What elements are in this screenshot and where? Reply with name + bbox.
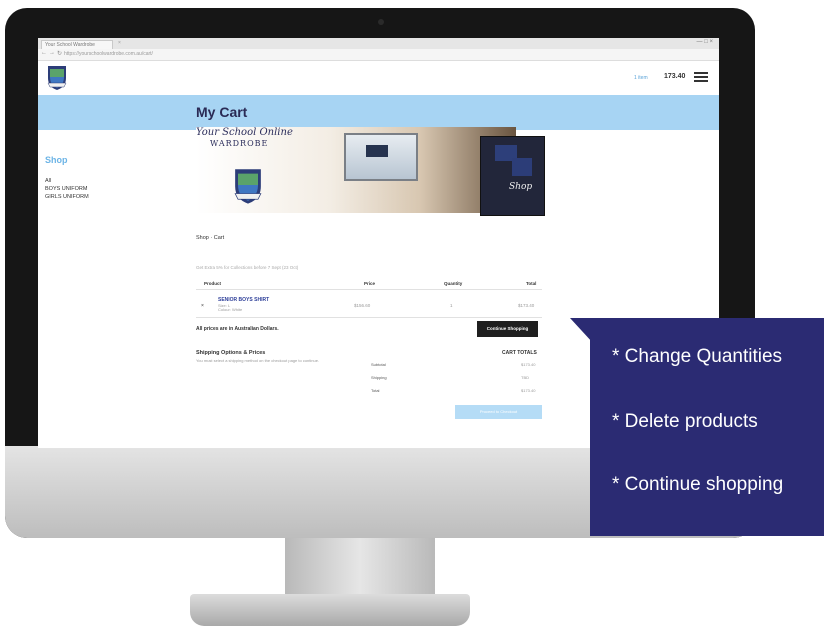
back-icon[interactable]: ← bbox=[41, 50, 47, 56]
row-divider bbox=[196, 317, 542, 318]
callout-change-quantities: * Change Quantities bbox=[612, 346, 783, 367]
card-stripe bbox=[512, 158, 532, 176]
header-price: Price bbox=[364, 281, 376, 286]
breadcrumb[interactable]: Shop · Cart bbox=[196, 235, 224, 241]
shipping-value: TBD bbox=[521, 375, 529, 380]
card-script: Shop bbox=[509, 182, 533, 192]
banner-script: Your School Online bbox=[196, 127, 293, 138]
banner-crest-logo bbox=[234, 169, 262, 204]
table-divider bbox=[196, 289, 542, 290]
sidebar-item-boys-uniform[interactable]: BOYS UNIFORM bbox=[45, 185, 89, 193]
shipping-label: Shipping bbox=[371, 375, 387, 380]
header-quantity: Quantity bbox=[444, 281, 463, 286]
callout-delete-products: * Delete products bbox=[612, 411, 758, 432]
site-header: 1 item 173.40 bbox=[38, 61, 719, 95]
continue-shopping-button[interactable]: Continue Shopping bbox=[477, 321, 538, 337]
callout-continue-shopping: * Continue shopping bbox=[612, 474, 784, 495]
browser-tabbar: Your School Wardrobe × — □ × bbox=[38, 38, 719, 49]
shipping-description: You must select a shipping method on the… bbox=[196, 358, 320, 363]
camera-icon bbox=[378, 19, 384, 25]
product-price: $156.60 bbox=[354, 303, 371, 308]
remove-item-icon[interactable]: × bbox=[201, 303, 204, 309]
monitor-stand bbox=[285, 538, 435, 598]
cart-count[interactable]: 1 item bbox=[634, 75, 648, 81]
sidebar-heading: Shop bbox=[45, 155, 68, 165]
product-colour: Colour: White bbox=[218, 307, 243, 312]
tab-close-icon[interactable]: × bbox=[118, 40, 121, 46]
reload-icon[interactable]: ↻ bbox=[57, 50, 62, 57]
hamburger-icon[interactable] bbox=[694, 72, 708, 82]
sidebar-list: All BOYS UNIFORM GIRLS UNIFORM bbox=[45, 177, 89, 201]
quantity-input[interactable]: 1 bbox=[450, 303, 453, 308]
cart-totals-title: CART TOTALS bbox=[502, 350, 537, 356]
sidebar-item-girls-uniform[interactable]: GIRLS UNIFORM bbox=[45, 193, 89, 201]
header-product: Product bbox=[204, 281, 222, 286]
address-bar[interactable]: https://yourschoolwardrobe.com.au/cart/ bbox=[64, 51, 174, 58]
laptop-image bbox=[344, 133, 418, 181]
total-value: $173.40 bbox=[521, 388, 536, 393]
currency-note: All prices are in Australian Dollars. bbox=[196, 326, 279, 332]
banner-shop-card: Shop bbox=[480, 136, 545, 216]
collection-notice: Get Extra 5% for Collections before 7 Se… bbox=[196, 265, 299, 270]
browser-tab[interactable]: Your School Wardrobe bbox=[41, 40, 113, 49]
title-band: My Cart bbox=[38, 95, 719, 130]
browser-navbar: ← → ↻ https://yourschoolwardrobe.com.au/… bbox=[38, 49, 719, 61]
shipping-title: Shipping Options & Prices bbox=[196, 350, 266, 356]
school-crest-logo[interactable] bbox=[46, 63, 68, 91]
banner-word: WARDROBE bbox=[210, 139, 269, 148]
subtotal-value: $173.40 bbox=[521, 362, 536, 367]
header-total: Total bbox=[526, 281, 537, 286]
total-label: Total bbox=[371, 388, 380, 393]
table-row: × SENIOR BOYS SHIRT Size: L Colour: Whit… bbox=[196, 293, 542, 315]
sidebar-item-all[interactable]: All bbox=[45, 177, 89, 185]
subtotal-label: Subtotal bbox=[371, 362, 386, 367]
wardrobe-banner: Your School Online WARDROBE bbox=[196, 127, 516, 213]
monitor-stand-base bbox=[190, 594, 470, 626]
forward-icon[interactable]: → bbox=[49, 50, 55, 56]
checkout-button[interactable]: Proceed to Checkout bbox=[455, 405, 542, 419]
laptop-screen-icon bbox=[366, 145, 388, 157]
window-controls[interactable]: — □ × bbox=[697, 39, 713, 45]
cart-total[interactable]: 173.40 bbox=[664, 73, 685, 80]
page-title: My Cart bbox=[196, 104, 248, 120]
product-total: $173.40 bbox=[518, 303, 535, 308]
